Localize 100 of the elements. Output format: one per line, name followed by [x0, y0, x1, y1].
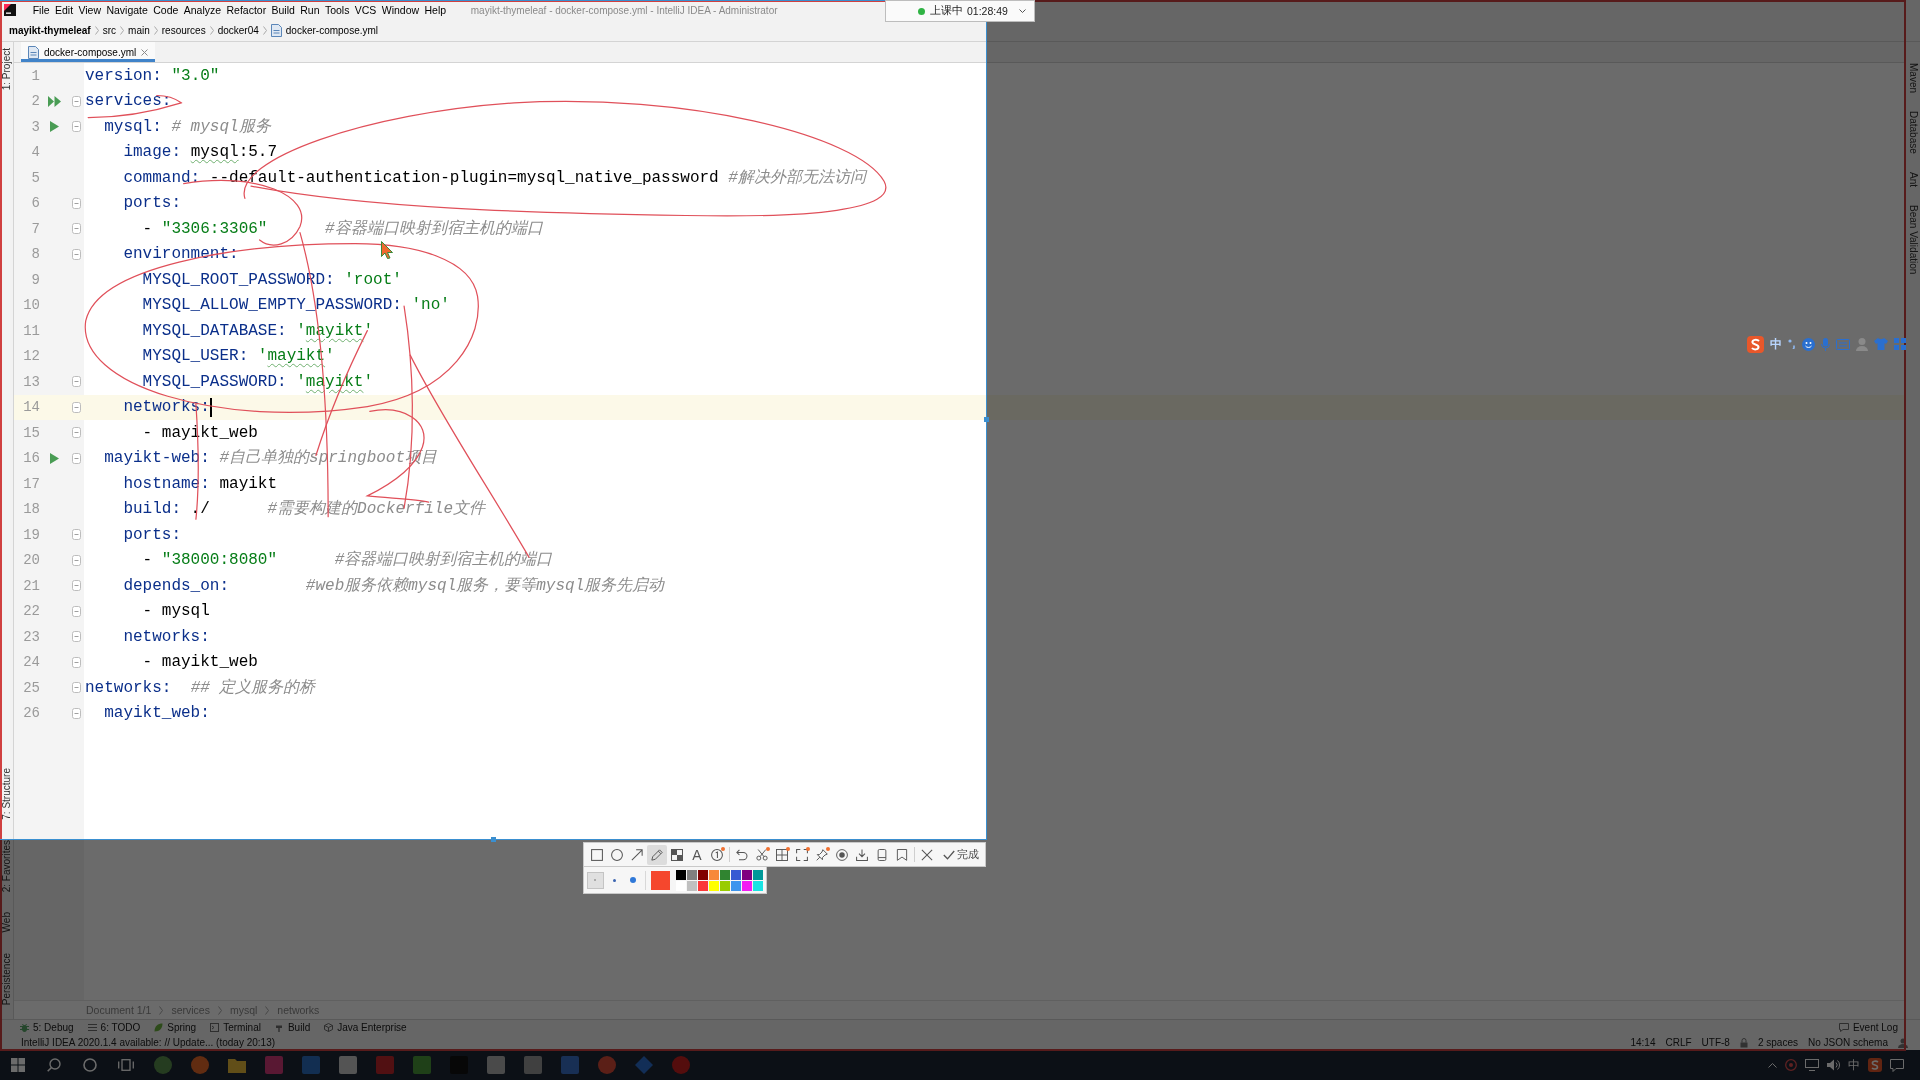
tool-window-button[interactable]: Terminal: [210, 1022, 261, 1033]
app-icon[interactable]: [597, 1056, 616, 1074]
color-swatch-icon[interactable]: [731, 869, 741, 880]
breadcrumb-item[interactable]: docker-compose.yml: [270, 24, 379, 37]
app-icon[interactable]: [671, 1056, 690, 1074]
color-swatch-icon[interactable]: [742, 880, 752, 891]
tool-window-tab[interactable]: 2: Favorites: [1, 840, 12, 893]
fold-marker-icon[interactable]: [71, 707, 81, 719]
speaker-icon[interactable]: [1827, 1059, 1840, 1071]
fold-marker-icon[interactable]: [71, 121, 81, 133]
app-icon[interactable]: [486, 1056, 505, 1074]
breadcrumb-item[interactable]: docker04: [217, 25, 259, 36]
logo-icon[interactable]: [1868, 1058, 1882, 1072]
tool-window-tab[interactable]: 1: Project: [1, 48, 12, 91]
app-icon[interactable]: [190, 1056, 209, 1074]
color-swatch-icon[interactable]: [731, 880, 741, 891]
menu-item[interactable]: Build: [268, 4, 298, 16]
menu-item[interactable]: Edit: [52, 4, 76, 16]
breadcrumb-item[interactable]: mayikt-thymeleaf: [9, 25, 91, 36]
menu-item[interactable]: Help: [421, 4, 449, 16]
close-icon[interactable]: [141, 48, 149, 56]
status-message[interactable]: IntelliJ IDEA 2020.1.4 available: // Update... (today 20:13): [21, 1037, 276, 1048]
app-icon[interactable]: [375, 1056, 394, 1074]
color-swatch-icon[interactable]: [753, 880, 763, 891]
fold-marker-icon[interactable]: [71, 376, 81, 388]
tool-window-tab[interactable]: Web: [1, 912, 12, 933]
breadcrumb-item[interactable]: main: [128, 25, 150, 36]
app-icon[interactable]: [634, 1056, 653, 1074]
tool-window-button[interactable]: 6: TODO: [87, 1022, 141, 1033]
circle-icon[interactable]: [83, 1058, 97, 1072]
color-swatch-icon[interactable]: [709, 869, 719, 880]
color-swatch-icon[interactable]: [676, 880, 686, 891]
breadcrumb-item[interactable]: src: [102, 25, 117, 36]
double-play-icon[interactable]: [48, 95, 61, 107]
target-icon[interactable]: [1785, 1059, 1797, 1071]
monitor-icon[interactable]: [1805, 1059, 1819, 1071]
menu-item[interactable]: Tools: [322, 4, 353, 16]
fold-marker-icon[interactable]: [71, 682, 81, 694]
person-icon[interactable]: [1856, 337, 1868, 351]
app-icon[interactable]: [523, 1056, 542, 1074]
app-icon[interactable]: [264, 1056, 283, 1074]
line-separator[interactable]: CRLF: [1665, 1037, 1692, 1048]
chevron-up-icon[interactable]: [1768, 1062, 1777, 1068]
color-swatch-icon[interactable]: [720, 869, 730, 880]
menu-item[interactable]: Refactor: [223, 4, 269, 16]
fold-marker-icon[interactable]: [71, 401, 81, 413]
menu-item[interactable]: VCS: [352, 4, 380, 16]
fold-marker-icon[interactable]: [71, 197, 81, 209]
resize-handle[interactable]: [491, 837, 496, 842]
file-encoding[interactable]: UTF-8: [1701, 1037, 1730, 1048]
task-view-icon[interactable]: [118, 1059, 134, 1071]
menu-item[interactable]: Code: [150, 4, 182, 16]
app-icon[interactable]: [227, 1056, 246, 1074]
play-icon[interactable]: [50, 452, 59, 464]
tool-window-button[interactable]: Java Enterprise: [324, 1022, 407, 1033]
lock-icon[interactable]: [1739, 1037, 1748, 1048]
menu-item[interactable]: Analyze: [181, 4, 224, 16]
tool-window-tab[interactable]: Database: [1907, 111, 1919, 154]
editor-tab[interactable]: docker-compose.yml: [21, 42, 156, 62]
tool-window-button[interactable]: Spring: [154, 1022, 197, 1033]
menu-item[interactable]: Run: [297, 4, 323, 16]
tool-window-tab[interactable]: 7: Structure: [1, 768, 12, 821]
menu-item[interactable]: Window: [379, 4, 422, 16]
notification-icon[interactable]: [1890, 1058, 1904, 1072]
color-swatch-icon[interactable]: [709, 880, 719, 891]
start-icon[interactable]: [11, 1058, 25, 1072]
play-icon[interactable]: [50, 121, 59, 133]
menu-item[interactable]: File: [30, 4, 53, 16]
fold-marker-icon[interactable]: [71, 580, 81, 592]
menu-item[interactable]: View: [75, 4, 104, 16]
done-button[interactable]: 完成: [940, 844, 982, 865]
fold-marker-icon[interactable]: [71, 529, 81, 541]
search-icon[interactable]: [47, 1058, 61, 1072]
tool-window-tab[interactable]: Ant: [1907, 171, 1919, 187]
chevron-down-icon[interactable]: [1019, 9, 1026, 13]
punctuation-icon[interactable]: [1788, 339, 1796, 349]
tool-window-tab[interactable]: Persistence: [1, 952, 12, 1005]
fold-marker-icon[interactable]: [71, 95, 81, 107]
fold-marker-icon[interactable]: [71, 452, 81, 464]
tool-window-button[interactable]: 5: Debug: [20, 1022, 74, 1033]
menu-item[interactable]: Navigate: [103, 4, 151, 16]
color-swatch-icon[interactable]: [687, 869, 697, 880]
event-log-button[interactable]: Event Log: [1838, 1022, 1898, 1033]
tool-window-tab[interactable]: Bean Validation: [1907, 204, 1919, 275]
fold-marker-icon[interactable]: [71, 554, 81, 566]
fold-marker-icon[interactable]: [71, 427, 81, 439]
resize-handle[interactable]: [984, 417, 989, 422]
fold-marker-icon[interactable]: [71, 223, 81, 235]
color-swatch-icon[interactable]: [676, 869, 686, 880]
indent-setting[interactable]: 2 spaces: [1757, 1037, 1798, 1048]
fold-marker-icon[interactable]: [71, 248, 81, 260]
app-icon[interactable]: [301, 1056, 320, 1074]
caret-position[interactable]: 14:14: [1630, 1037, 1656, 1048]
fold-marker-icon[interactable]: [71, 631, 81, 643]
app-icon[interactable]: [153, 1056, 172, 1074]
tool-window-button[interactable]: Build: [274, 1022, 311, 1033]
color-swatch-icon[interactable]: [698, 869, 708, 880]
text-tool-button[interactable]: A: [687, 844, 707, 865]
input-mode[interactable]: 中: [1770, 335, 1782, 353]
app-icon[interactable]: [338, 1056, 357, 1074]
